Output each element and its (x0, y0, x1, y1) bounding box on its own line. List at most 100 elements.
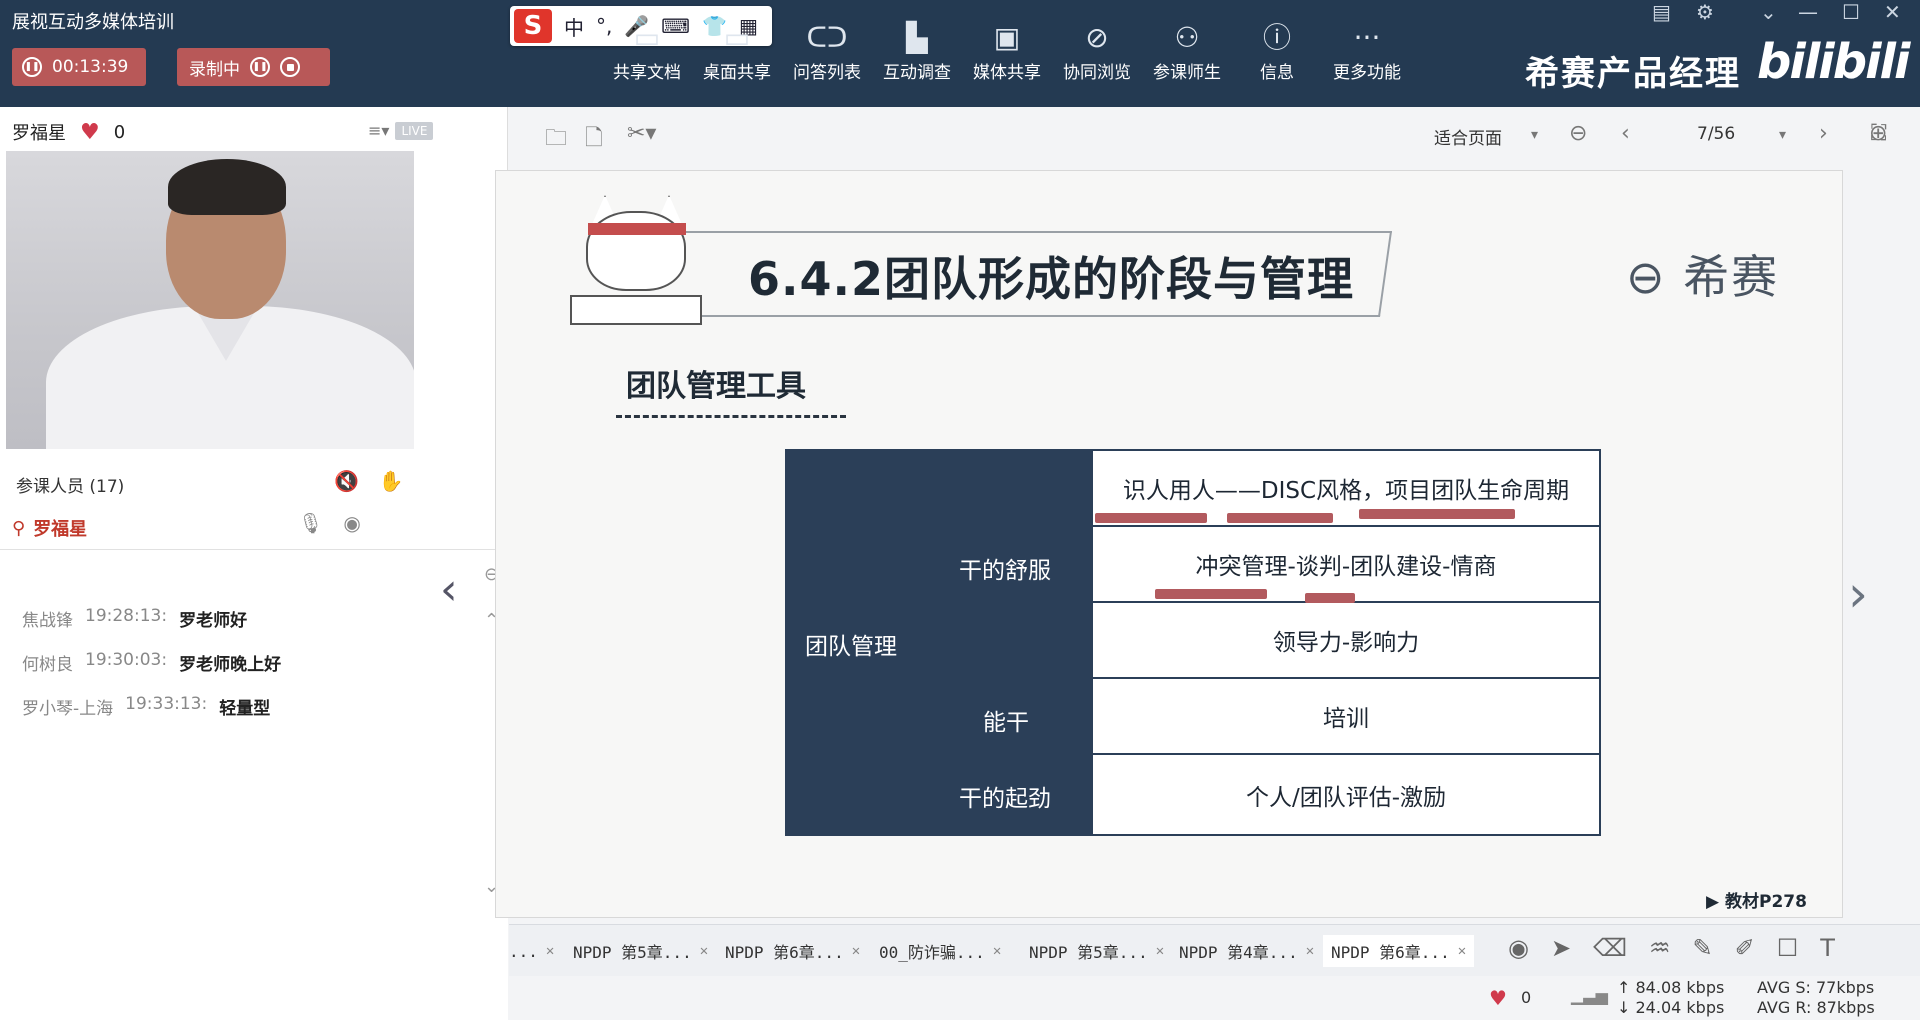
folder-icon[interactable]: 🗀 (545, 121, 567, 159)
chat-message: 何树良 19:30:03: 罗老师晚上好 (22, 650, 281, 675)
close-tab-icon[interactable]: ✕ (852, 943, 860, 959)
desktop-icon: ▭ (723, 21, 751, 54)
close-tab-icon[interactable]: ✕ (993, 943, 1001, 959)
camera-icon[interactable]: ◉ (343, 511, 360, 535)
pen-icon[interactable]: ✎ (1693, 934, 1713, 962)
close-icon[interactable]: ✕ (1884, 0, 1901, 24)
toolbar-qa[interactable]: ᑕᑐ 问答列表 (782, 18, 872, 83)
page-dropdown-icon[interactable]: ▾ (1779, 127, 1786, 143)
chat-user: 罗小琴-上海 (22, 699, 114, 719)
minimize-icon[interactable]: — (1798, 0, 1818, 24)
bilibili-logo: bilibili (1757, 34, 1910, 90)
close-tab-icon[interactable]: ✕ (1306, 943, 1314, 959)
settings-icon[interactable]: ⚙ (1696, 0, 1714, 24)
table-cell: 领导力-影响力 (1272, 630, 1420, 656)
attendees-count[interactable]: 参课人员 (17) (16, 472, 124, 497)
close-tab-icon[interactable]: ✕ (1458, 943, 1466, 959)
microphone-icon[interactable]: 🎙 (298, 511, 323, 535)
recording-status: 录制中 (189, 59, 240, 80)
doc-tab[interactable]: ... ✕ (509, 935, 554, 967)
page-indicator[interactable]: 7/56 (1697, 124, 1735, 144)
toolbar-desktop[interactable]: ▭ 桌面共享 (692, 18, 782, 83)
attendee-name: 罗福星 (33, 519, 88, 540)
record-icon[interactable]: ◉ (1508, 934, 1529, 962)
xisai-logo: ⊖ 希赛 (1626, 250, 1780, 304)
dropdown-icon[interactable]: ⌄ (1760, 0, 1777, 24)
toolbar-cobrowse[interactable]: ⊘ 协同浏览 (1052, 18, 1142, 83)
status-likes: 0 (1521, 988, 1532, 1007)
maximize-icon[interactable]: ☐ (1842, 0, 1860, 24)
pause-icon: ❚❚ (22, 57, 42, 77)
next-page-icon[interactable]: › (1819, 121, 1828, 146)
compass-icon: ⊘ (1085, 21, 1109, 54)
doc-tab[interactable]: NPDP 第4章... ✕ (1179, 935, 1314, 967)
toolbar-users[interactable]: ⚇ 参课师生 (1142, 18, 1232, 83)
close-tab-icon[interactable]: ✕ (700, 943, 708, 959)
menu-icon[interactable]: ≡▾ (368, 121, 389, 140)
more-icon: ··· (1353, 21, 1381, 54)
close-tab-icon[interactable]: ✕ (1156, 943, 1164, 959)
toolbar-survey[interactable]: ▙ 互动调查 (872, 18, 962, 83)
highlight-mark (1359, 509, 1515, 519)
toolbar-document[interactable]: ▭ 共享文档 (602, 18, 692, 83)
scissors-icon[interactable]: ✂▾ (627, 121, 656, 146)
chat-text: 罗老师晚上好 (179, 655, 282, 675)
tab-label: ... (509, 941, 538, 961)
text-tool-icon[interactable]: T (1820, 934, 1835, 962)
close-tab-icon[interactable]: ✕ (546, 943, 554, 959)
download-rate-text: 24.04 kbps (1635, 998, 1725, 1017)
zoom-out-icon[interactable]: ⊖ (1569, 121, 1587, 146)
chat-user: 焦战锋 (22, 611, 73, 631)
chat-panel: ⊖ ‹ ⌃ 焦战锋 19:28:13: 罗老师好 何树良 19:30:03: 罗… (0, 549, 508, 1020)
mute-all-icon[interactable]: 🔇 (334, 469, 359, 493)
stop-recording-icon[interactable] (280, 57, 300, 77)
heart-icon[interactable]: ♥ (1489, 986, 1507, 1010)
toolbar-media[interactable]: ▣ 媒体共享 (962, 18, 1052, 83)
sogou-icon[interactable]: S (514, 9, 552, 43)
doc-tab[interactable]: NPDP 第5章... ✕ (573, 935, 708, 967)
recording-control[interactable]: 录制中 ❚❚ (177, 48, 330, 86)
table-cell: 个人/团队评估-激励 (1245, 784, 1447, 811)
doc-tab[interactable]: NPDP 第6章... ✕ (725, 935, 860, 967)
zoom-dropdown-icon[interactable]: ▾ (1531, 127, 1538, 143)
management-table: 团队管理 干的舒服 能干 干的起劲 识人用人——DISC风格，项目团队生命周期 … (785, 449, 1601, 836)
fullscreen-icon[interactable]: ⛶ (1871, 121, 1886, 146)
slide-next-icon[interactable]: › (1848, 565, 1868, 623)
attendee-self[interactable]: ⚲ 罗福星 (12, 515, 87, 541)
top-bar: 展视互动多媒体培训 ❚❚ 00:13:39 录制中 ❚❚ S 中 °, 🎤 ⌨ … (0, 0, 1920, 107)
doc-tab[interactable]: 00_防诈骗... ✕ (879, 935, 1001, 967)
book-reference: ▶ 教材P278 (1706, 892, 1807, 912)
pause-recording-icon[interactable]: ❚❚ (250, 57, 270, 77)
hand-icon[interactable]: ✋ (379, 469, 404, 493)
window-title: 展视互动多媒体培训 (12, 12, 174, 33)
layout-icon[interactable]: ▤ (1652, 0, 1671, 24)
prev-page-icon[interactable]: ‹ (1621, 121, 1630, 146)
presenter-video (6, 151, 414, 449)
brush-icon[interactable]: ♒ (1649, 934, 1671, 962)
live-badge[interactable]: ≡▾ LIVE (368, 121, 434, 140)
eraser-icon[interactable]: ⌫ (1593, 934, 1627, 962)
chat-text: 轻量型 (219, 699, 271, 719)
table-cell: 识人用人——DISC风格，项目团队生命周期 (1122, 478, 1570, 504)
toolbar-info[interactable]: ⓘ 信息 (1232, 18, 1322, 83)
tab-label: NPDP 第4章... (1179, 943, 1298, 962)
tab-label: NPDP 第5章... (1029, 943, 1148, 962)
file-icon[interactable]: 🗋 (585, 121, 603, 159)
highlighter-icon[interactable]: ✐ (1735, 934, 1755, 962)
doc-tab-active[interactable]: NPDP 第6章... ✕ (1323, 935, 1475, 967)
collapse-panel-icon[interactable]: ‹ (440, 564, 458, 615)
document-toolbar: 🗀 🗋 ✂▾ ⊕ 适合页面 ▾ ⊖ ‹ 7/56 ▾ › ⛶ (509, 107, 1920, 163)
doc-tab[interactable]: NPDP 第5章... ✕ (1029, 935, 1164, 967)
ime-lang[interactable]: 中 (564, 12, 584, 41)
toolbar-more[interactable]: ··· 更多功能 (1322, 18, 1412, 83)
tab-label: NPDP 第5章... (573, 943, 692, 962)
pause-timer-button[interactable]: ❚❚ 00:13:39 (12, 48, 146, 86)
chat-text: 罗老师好 (179, 611, 248, 631)
chat-message: 焦战锋 19:28:13: 罗老师好 (22, 606, 247, 631)
heart-icon[interactable]: ♥ (80, 120, 100, 145)
zoom-select[interactable]: 适合页面 (1434, 124, 1502, 149)
slide-canvas: 6.4.2团队形成的阶段与管理 ⊖ 希赛 团队管理工具 团队管理 干的舒服 能干… (495, 170, 1843, 918)
highlight-mark (1155, 589, 1267, 599)
pointer-icon[interactable]: ➤ (1551, 934, 1571, 962)
rectangle-icon[interactable]: ☐ (1777, 934, 1799, 962)
